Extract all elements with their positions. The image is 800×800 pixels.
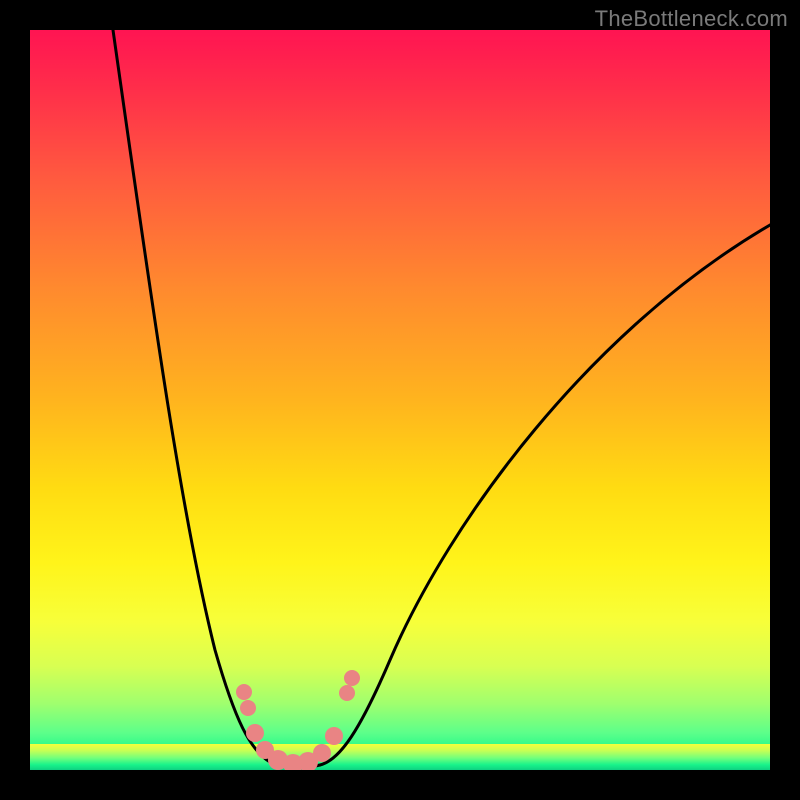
marker-dot	[240, 700, 256, 716]
marker-dot	[339, 685, 355, 701]
marker-dot	[236, 684, 252, 700]
curve-left-curve	[113, 30, 280, 765]
markers-group	[236, 670, 360, 770]
plot-area	[30, 30, 770, 770]
curve-paths	[113, 30, 770, 768]
chart-frame: TheBottleneck.com	[0, 0, 800, 800]
curve-right-curve	[320, 225, 770, 765]
marker-dot	[325, 727, 343, 745]
marker-dot	[313, 744, 331, 762]
marker-dot	[246, 724, 264, 742]
curve-layer	[30, 30, 770, 770]
watermark-text: TheBottleneck.com	[595, 6, 788, 32]
marker-dot	[344, 670, 360, 686]
